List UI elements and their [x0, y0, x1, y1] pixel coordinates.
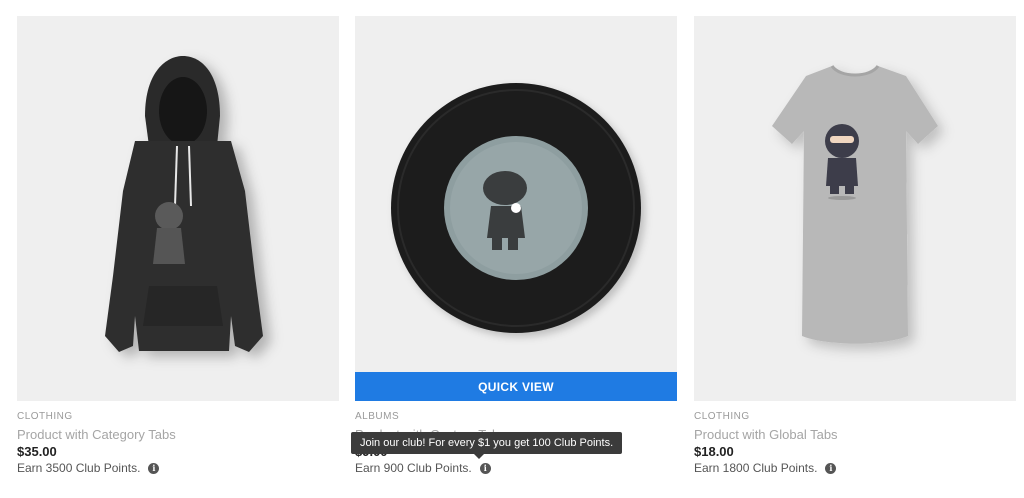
product-price: $18.00	[694, 444, 734, 459]
tshirt-image	[772, 64, 938, 344]
product-card-album[interactable]: QUICK VIEW ALBUMS Product with Custom Ta…	[355, 16, 677, 476]
vinyl-record-image	[391, 83, 641, 333]
product-category: ALBUMS	[355, 411, 400, 422]
club-points: Earn 900 Club Points. i	[355, 460, 677, 476]
club-points: Earn 1800 Club Points. i	[694, 460, 1016, 476]
product-card-tshirt[interactable]: CLOTHING Product with Global Tabs $18.00…	[694, 16, 1016, 476]
info-icon[interactable]: i	[479, 462, 491, 474]
product-price: $35.00	[17, 444, 57, 459]
product-card-hoodie[interactable]: CLOTHING Product with Category Tabs $35.…	[17, 16, 339, 476]
club-points-text: Earn 3500 Club Points.	[17, 461, 141, 475]
product-title[interactable]: Product with Category Tabs	[17, 427, 339, 443]
product-title[interactable]: Product with Global Tabs	[694, 427, 1016, 443]
product-image[interactable]: QUICK VIEW	[355, 16, 677, 401]
info-icon[interactable]: i	[825, 462, 837, 474]
info-icon[interactable]: i	[148, 462, 160, 474]
product-category: CLOTHING	[17, 411, 73, 422]
club-points-text: Earn 1800 Club Points.	[694, 461, 818, 475]
quick-view-button[interactable]: QUICK VIEW	[355, 372, 677, 401]
club-points: Earn 3500 Club Points. i	[17, 460, 339, 476]
club-points-tooltip: Join our club! For every $1 you get 100 …	[351, 432, 623, 459]
product-image[interactable]	[694, 16, 1016, 401]
club-points-text: Earn 900 Club Points.	[355, 461, 472, 475]
product-category: CLOTHING	[694, 411, 750, 422]
product-image[interactable]	[17, 16, 339, 401]
hoodie-image	[105, 56, 263, 352]
